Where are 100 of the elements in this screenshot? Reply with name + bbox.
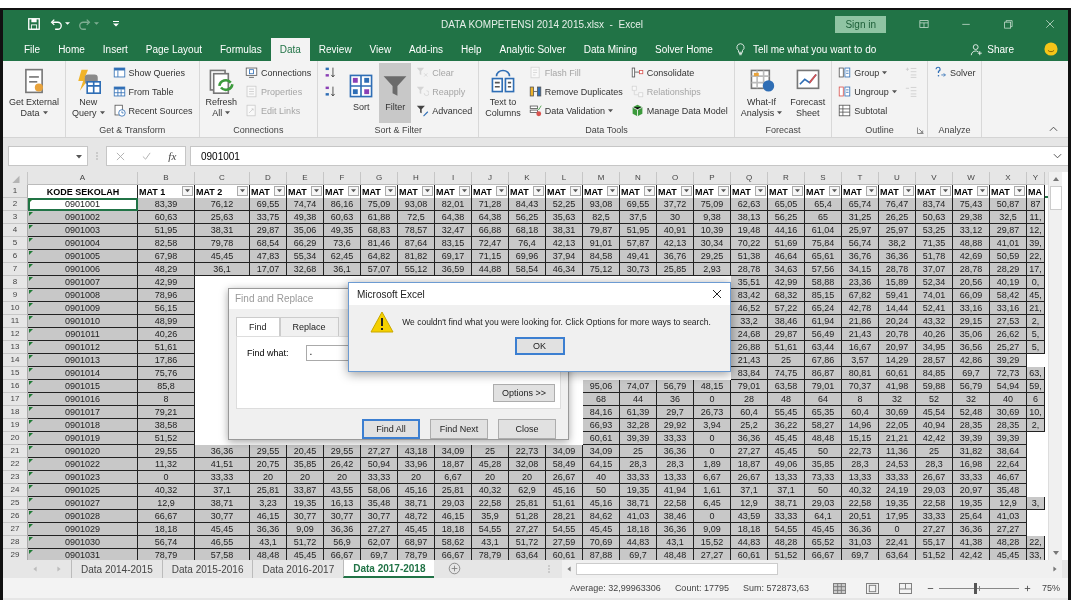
row-number[interactable]: 5 — [3, 237, 28, 250]
check-icon[interactable] — [142, 151, 151, 161]
ok-button[interactable]: OK — [514, 337, 565, 355]
filter-dropdown[interactable] — [755, 186, 766, 196]
filter-dropdown[interactable] — [977, 186, 988, 196]
filter-dropdown[interactable] — [274, 186, 285, 196]
sheet-tab[interactable]: Data 2017-2018 — [343, 560, 435, 578]
ribbon-button[interactable]: Consolidate — [627, 63, 731, 82]
row-number[interactable]: 18 — [3, 406, 28, 419]
filter-dropdown[interactable] — [829, 186, 840, 196]
ribbon-tab[interactable]: Page Layout — [136, 38, 211, 61]
filter-dropdown[interactable] — [718, 186, 729, 196]
page-layout-icon[interactable] — [866, 582, 879, 594]
filter-dropdown[interactable] — [570, 186, 581, 196]
row-number[interactable]: 26 — [3, 510, 28, 523]
ribbon-tab[interactable]: Formulas — [211, 38, 271, 61]
options-button[interactable]: Options >> — [492, 384, 555, 402]
tell-me-field[interactable]: Tell me what you want to do — [752, 38, 877, 61]
row-number[interactable]: 22 — [3, 458, 28, 471]
filter-dropdown[interactable] — [237, 186, 248, 196]
row-number[interactable]: 15 — [3, 367, 28, 380]
filter-dropdown[interactable] — [496, 186, 507, 196]
caret-icon[interactable] — [65, 22, 70, 26]
ribbon-button[interactable]: Show Queries — [109, 63, 196, 82]
dialog-button[interactable]: Find Next — [430, 419, 488, 439]
save-icon[interactable] — [27, 17, 41, 31]
ribbon-display-icon[interactable] — [918, 18, 930, 30]
row-number[interactable]: 11 — [3, 315, 28, 328]
row-number[interactable]: 3 — [3, 211, 28, 224]
filter-dropdown[interactable] — [866, 186, 877, 196]
filter-dropdown[interactable] — [940, 186, 951, 196]
filter-dropdown[interactable] — [681, 186, 692, 196]
lightbulb-icon[interactable] — [733, 42, 747, 56]
ribbon-tab[interactable]: Solver Home — [646, 38, 722, 61]
row-number[interactable]: 14 — [3, 354, 28, 367]
ribbon-tab[interactable]: File — [15, 38, 50, 61]
filter-dropdown[interactable] — [792, 186, 803, 196]
redo-icon[interactable] — [78, 17, 92, 31]
filter-dropdown[interactable] — [607, 186, 618, 196]
ribbon-button[interactable]: Data Validation — [525, 101, 626, 120]
ribbon-button[interactable]: From Table — [109, 82, 196, 101]
insert-function-button[interactable]: fx — [168, 150, 177, 162]
ribbon-button[interactable]: Solver — [930, 63, 979, 82]
filter-dropdown[interactable] — [533, 186, 544, 196]
dialog-tab[interactable]: Find — [236, 316, 280, 336]
row-number[interactable]: 13 — [3, 341, 28, 354]
expand-icon[interactable] — [1053, 153, 1062, 159]
ribbon-tab[interactable]: Add-ins — [400, 38, 452, 61]
filter-dropdown[interactable] — [182, 186, 193, 196]
ribbon-button[interactable]: Connections — [242, 63, 315, 82]
ribbon-button[interactable]: Text to Columns — [482, 63, 524, 123]
customize-icon[interactable] — [113, 21, 119, 27]
caret-icon[interactable] — [94, 22, 99, 26]
ribbon-tab[interactable]: View — [360, 38, 401, 61]
filter-dropdown[interactable] — [903, 186, 914, 196]
ribbon-button[interactable]: Forecast Sheet — [787, 63, 829, 123]
ribbon-button[interactable]: Refresh All — [202, 63, 241, 123]
filter-dropdown[interactable] — [459, 186, 470, 196]
ribbon-button[interactable]: Manage Data Model — [627, 101, 731, 120]
row-number[interactable]: 1 — [3, 185, 28, 198]
filter-dropdown[interactable] — [311, 186, 322, 196]
ribbon-tab[interactable]: Analytic Solver — [490, 38, 575, 61]
scroll-thumb[interactable] — [1049, 186, 1062, 210]
row-number[interactable]: 10 — [3, 302, 28, 315]
filter-dropdown[interactable] — [385, 186, 396, 196]
ribbon-button[interactable]: What-If Analysis — [737, 63, 786, 123]
ribbon-tab[interactable]: Review — [309, 38, 361, 61]
person-plus-icon[interactable] — [970, 43, 984, 56]
ribbon-button[interactable]: Group — [835, 63, 900, 82]
filter-dropdown[interactable] — [422, 186, 433, 196]
row-number[interactable]: 17 — [3, 393, 28, 406]
close-icon[interactable] — [712, 289, 722, 299]
row-number[interactable]: 2 — [3, 198, 28, 211]
page-break-icon[interactable] — [899, 582, 912, 594]
row-number[interactable]: 23 — [3, 471, 28, 484]
row-number[interactable]: 9 — [3, 289, 28, 302]
cancel-icon[interactable] — [115, 151, 125, 161]
ribbon-button[interactable]: Sort — [345, 63, 378, 123]
row-number[interactable]: 7 — [3, 263, 28, 276]
dialog-button[interactable]: Find All — [362, 419, 420, 439]
row-number[interactable]: 4 — [3, 224, 28, 237]
row-number[interactable]: 19 — [3, 419, 28, 432]
row-number[interactable]: 27 — [3, 523, 28, 536]
scroll-left-icon[interactable] — [565, 565, 573, 573]
ribbon-button[interactable]: New Query — [69, 63, 108, 123]
row-number[interactable]: 20 — [3, 432, 28, 445]
share-button[interactable]: Share — [987, 38, 1014, 61]
name-box[interactable] — [8, 146, 88, 166]
ribbon-button[interactable]: Subtotal — [835, 101, 900, 120]
ribbon-button[interactable]: Advanced — [413, 101, 476, 120]
filter-dropdown[interactable] — [644, 186, 655, 196]
undo-icon[interactable] — [49, 17, 63, 31]
dialog-tab[interactable]: Replace — [279, 316, 339, 336]
ribbon-button[interactable]: Remove Duplicates — [525, 82, 626, 101]
row-number[interactable]: 21 — [3, 445, 28, 458]
row-number[interactable]: 12 — [3, 328, 28, 341]
add-sheet-icon[interactable] — [448, 562, 462, 575]
zoom-slider[interactable] — [974, 582, 977, 594]
ribbon-tab[interactable]: Home — [49, 38, 94, 61]
filter-dropdown[interactable] — [1014, 186, 1025, 196]
